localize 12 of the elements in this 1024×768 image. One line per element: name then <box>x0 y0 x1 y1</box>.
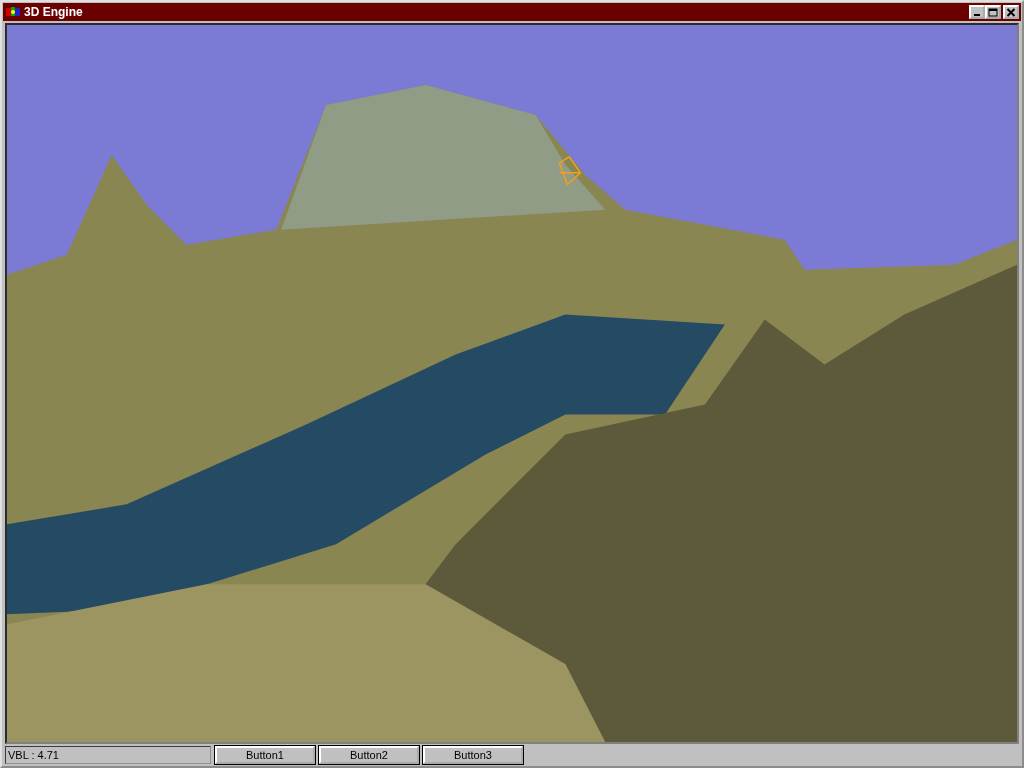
minimize-icon <box>974 13 980 16</box>
toolbar-button[interactable]: Button3 <box>423 746 523 764</box>
minimize-button[interactable] <box>969 5 985 19</box>
window-title: 3D Engine <box>24 5 84 19</box>
toolbar-button[interactable]: Button2 <box>319 746 419 764</box>
close-icon <box>1006 7 1016 17</box>
close-button[interactable] <box>1003 5 1019 19</box>
app-icon <box>5 5 21 19</box>
toolbar-button[interactable]: Button1 <box>215 746 315 764</box>
maximize-icon <box>988 7 998 17</box>
maximize-button[interactable] <box>985 5 1001 19</box>
status-reading: VBL : 4.71 <box>5 746 211 764</box>
